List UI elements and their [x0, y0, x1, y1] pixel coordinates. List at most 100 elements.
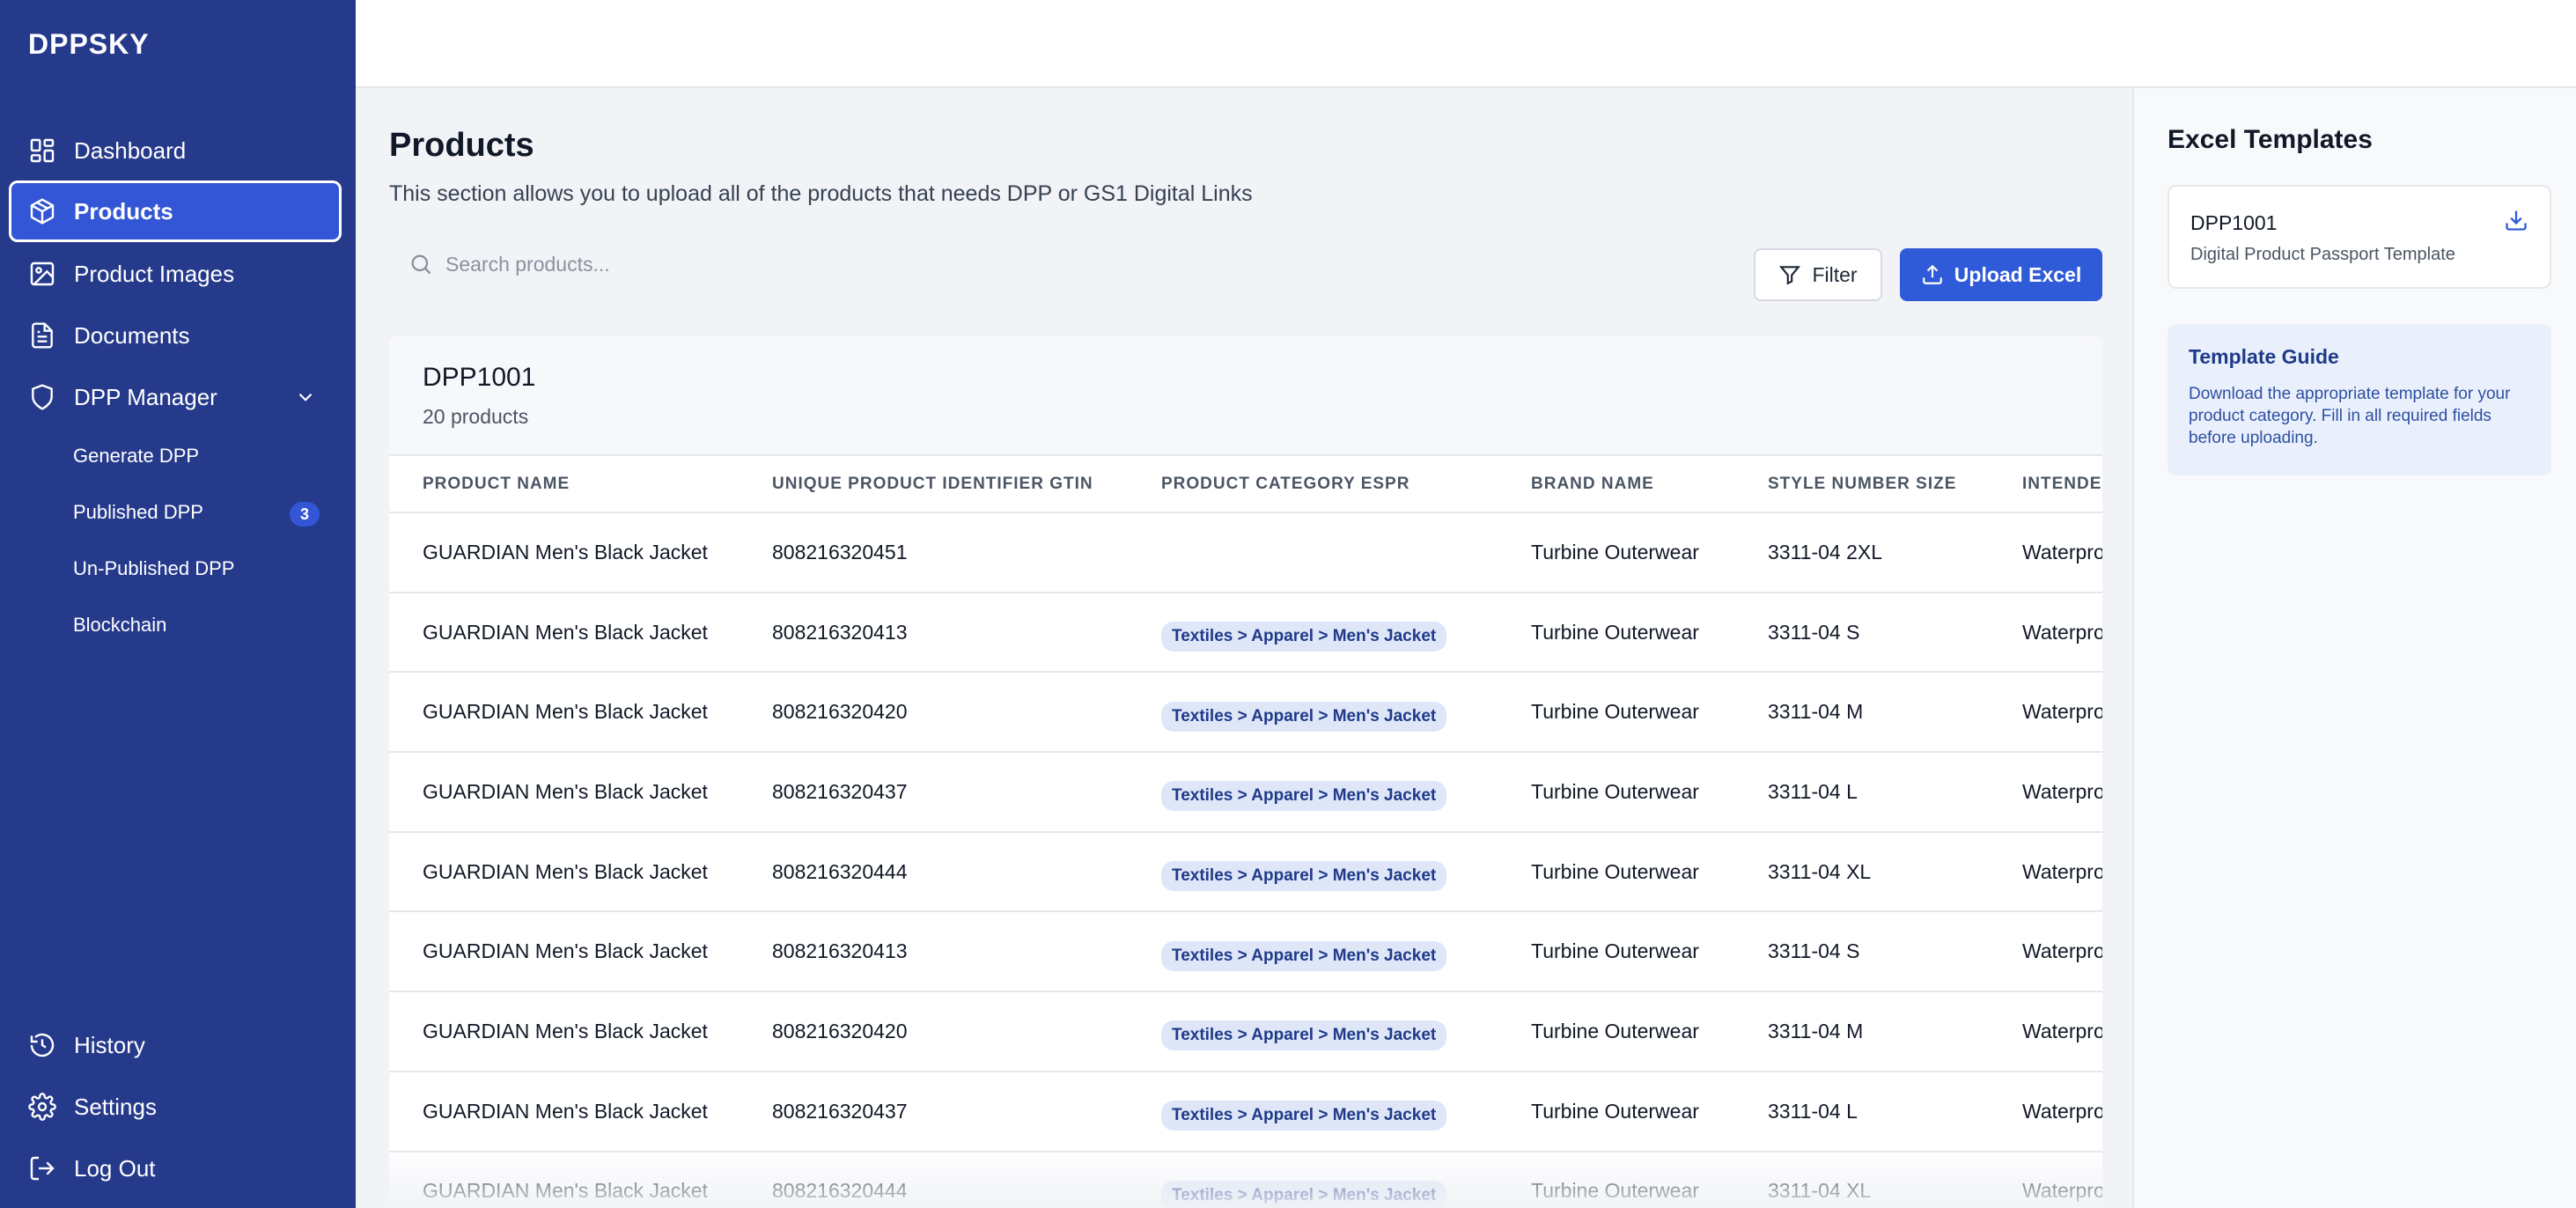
column-header[interactable]: PRODUCT NAME	[389, 456, 739, 513]
sidebar-item-dpp-manager[interactable]: DPP Manager	[9, 366, 342, 428]
sidebar-subitem-unpublished-dpp[interactable]: Un-Published DPP	[73, 551, 337, 586]
column-header[interactable]: UNIQUE PRODUCT IDENTIFIER GTIN	[739, 456, 1128, 513]
table-cell: Waterproof	[1989, 592, 2102, 674]
table-cell: 808216320444	[739, 1151, 1128, 1208]
table-row[interactable]: GUARDIAN Men's Black Jacket 808216320437 T…	[389, 752, 2102, 833]
template-description: Digital Product Passport Template	[2190, 245, 2455, 264]
shield-icon	[28, 383, 56, 411]
sidebar-item-logout[interactable]: Log Out	[9, 1138, 342, 1199]
category-chip: Textiles > Apparel > Men's Jacket	[1161, 1101, 1447, 1131]
document-icon	[28, 321, 56, 350]
sidebar-item-dashboard[interactable]: Dashboard	[9, 120, 342, 181]
table-cell: 808216320451	[739, 512, 1128, 593]
table-cell: Turbine Outerwear	[1498, 592, 1734, 674]
sidebar-item-label: Documents	[74, 321, 190, 349]
table-cell: Waterproof	[1989, 752, 2102, 833]
table-cell: GUARDIAN Men's Black Jacket	[389, 1151, 739, 1208]
table-cell: Waterproof	[1989, 911, 2102, 993]
table-cell: Turbine Outerwear	[1498, 1151, 1734, 1208]
table-cell: Waterproof	[1989, 672, 2102, 754]
count-badge: 3	[290, 502, 320, 527]
table-cell: GUARDIAN Men's Black Jacket	[389, 592, 739, 674]
sidebar-item-documents[interactable]: Documents	[9, 305, 342, 366]
upload-excel-button[interactable]: Upload Excel	[1900, 248, 2102, 301]
table-cell: 808216320413	[739, 911, 1128, 993]
category-cell: Textiles > Apparel > Men's Jacket	[1128, 911, 1498, 993]
sidebar-item-product-images[interactable]: Product Images	[9, 243, 342, 305]
template-card[interactable]: DPP1001 Digital Product Passport Templat…	[2168, 185, 2551, 289]
table-cell: Turbine Outerwear	[1498, 831, 1734, 913]
category-cell: Textiles > Apparel > Men's Jacket	[1128, 991, 1498, 1072]
search-input[interactable]	[389, 239, 1093, 289]
table-row[interactable]: GUARDIAN Men's Black Jacket 808216320413 T…	[389, 911, 2102, 993]
table-cell: 3311-04 M	[1734, 991, 1989, 1072]
sidebar: DPPSKY Dashboard Products Product Images…	[0, 0, 356, 1208]
image-icon	[28, 260, 56, 288]
category-chip: Textiles > Apparel > Men's Jacket	[1161, 1180, 1447, 1208]
sidebar-subitem-blockchain[interactable]: Blockchain	[73, 608, 337, 643]
table-cell: Turbine Outerwear	[1498, 672, 1734, 754]
table-cell: GUARDIAN Men's Black Jacket	[389, 911, 739, 993]
sidebar-subitem-published-dpp[interactable]: Published DPP 3	[73, 495, 337, 530]
history-icon	[28, 1031, 56, 1059]
box-icon	[28, 197, 56, 225]
category-cell: Textiles > Apparel > Men's Jacket	[1128, 831, 1498, 913]
table-cell: 3311-04 S	[1734, 592, 1989, 674]
sidebar-item-settings[interactable]: Settings	[9, 1076, 342, 1138]
filter-icon	[1779, 266, 1801, 285]
gear-icon	[28, 1093, 56, 1121]
table-cell: GUARDIAN Men's Black Jacket	[389, 1071, 739, 1153]
filter-button[interactable]: Filter	[1754, 248, 1882, 301]
sidebar-subitem-generate-dpp[interactable]: Generate DPP	[73, 438, 337, 474]
category-cell: Textiles > Apparel > Men's Jacket	[1128, 592, 1498, 674]
table-cell: Waterproof	[1989, 512, 2102, 593]
table-cell: Turbine Outerwear	[1498, 512, 1734, 593]
chevron-down-icon[interactable]	[294, 386, 317, 409]
category-chip: Textiles > Apparel > Men's Jacket	[1161, 940, 1447, 971]
sidebar-item-label: Product Images	[74, 260, 235, 287]
dashboard-icon	[28, 136, 56, 165]
table-row[interactable]: GUARDIAN Men's Black Jacket 808216320444 T…	[389, 1151, 2102, 1208]
category-cell: Textiles > Apparel > Men's Jacket	[1128, 1071, 1498, 1153]
table-row[interactable]: GUARDIAN Men's Black Jacket 808216320437 T…	[389, 1071, 2102, 1153]
category-cell: Textiles > Apparel > Men's Jacket	[1128, 752, 1498, 833]
column-header[interactable]: STYLE NUMBER SIZE	[1734, 456, 1989, 513]
main-content: Products This section allows you to uplo…	[356, 88, 2132, 1208]
guide-title: Template Guide	[2189, 345, 2339, 368]
filter-button-label: Filter	[1812, 262, 1858, 286]
table-cell: Waterproof	[1989, 991, 2102, 1072]
brand-logo: DPPSKY	[28, 28, 150, 60]
sidebar-subitem-label: Generate DPP	[73, 445, 200, 467]
category-chip: Textiles > Apparel > Men's Jacket	[1161, 861, 1447, 892]
products-table: PRODUCT NAME UNIQUE PRODUCT IDENTIFIER G…	[389, 456, 2102, 1208]
products-table-card: DPP1001 20 products PRODUCT NAME UNIQUE …	[389, 336, 2102, 1208]
table-row[interactable]: GUARDIAN Men's Black Jacket 808216320420 T…	[389, 672, 2102, 754]
sidebar-item-label: Products	[74, 197, 173, 225]
search-icon	[411, 254, 431, 275]
table-cell: Waterproof	[1989, 831, 2102, 913]
column-header[interactable]: PRODUCT CATEGORY ESPR	[1128, 456, 1498, 513]
column-header[interactable]: BRAND NAME	[1498, 456, 1734, 513]
table-cell: 3311-04 XL	[1734, 1151, 1989, 1208]
table-cell: 808216320420	[739, 672, 1128, 754]
sidebar-subitem-label: Blockchain	[73, 614, 167, 636]
sidebar-item-products[interactable]: Products	[9, 180, 342, 242]
sidebar-item-label: History	[74, 1031, 145, 1058]
table-cell: GUARDIAN Men's Black Jacket	[389, 512, 739, 593]
table-row[interactable]: GUARDIAN Men's Black Jacket 808216320420 T…	[389, 991, 2102, 1072]
column-header[interactable]: INTENDED USE	[1989, 456, 2102, 513]
table-row[interactable]: GUARDIAN Men's Black Jacket 808216320444 T…	[389, 831, 2102, 913]
table-cell: 808216320437	[739, 752, 1128, 833]
page-title: Products	[389, 127, 534, 164]
search-bar	[389, 239, 1093, 289]
template-name: DPP1001	[2190, 211, 2278, 234]
table-row[interactable]: GUARDIAN Men's Black Jacket 808216320413 T…	[389, 592, 2102, 674]
download-icon[interactable]	[2504, 208, 2528, 232]
table-card-title: DPP1001	[423, 363, 536, 392]
panel-title: Excel Templates	[2168, 125, 2373, 154]
sidebar-item-label: DPP Manager	[74, 383, 217, 410]
table-cell: 3311-04 2XL	[1734, 512, 1989, 593]
table-card-count: 20 products	[423, 405, 529, 428]
sidebar-item-history[interactable]: History	[9, 1014, 342, 1076]
table-row[interactable]: GUARDIAN Men's Black Jacket 808216320451 T…	[389, 512, 2102, 593]
